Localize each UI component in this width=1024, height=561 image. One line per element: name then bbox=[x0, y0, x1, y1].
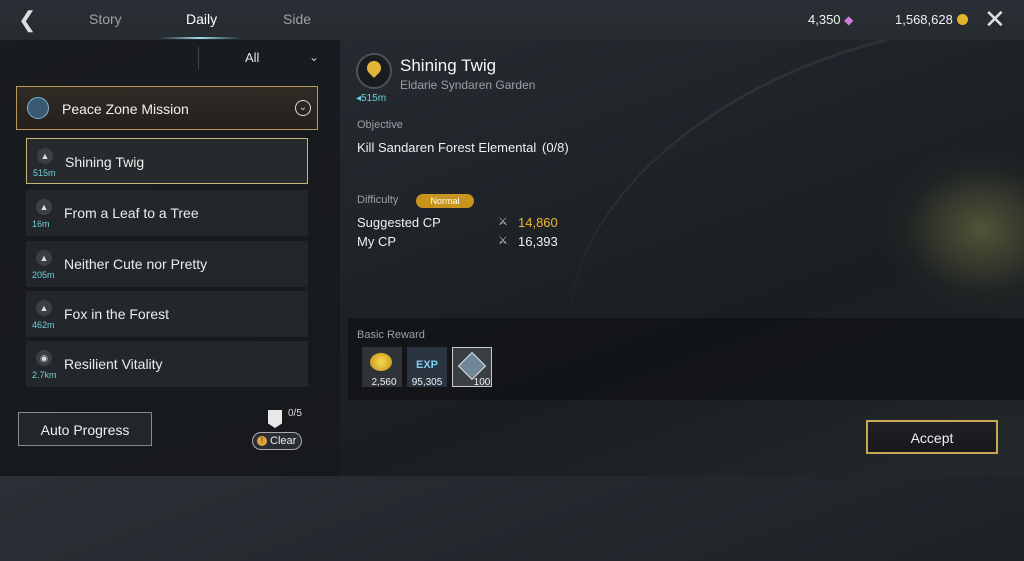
warning-icon: ! bbox=[257, 436, 267, 446]
clear-button[interactable]: ! Clear bbox=[252, 432, 302, 450]
gold-coins-icon bbox=[370, 353, 392, 371]
close-icon[interactable]: ✕ bbox=[984, 6, 1006, 32]
collapse-toggle-icon[interactable]: ⌄ bbox=[295, 100, 311, 116]
my-cp-value: 16,393 bbox=[518, 234, 558, 249]
list-item[interactable]: ▲ 16m From a Leaf to a Tree bbox=[26, 190, 308, 236]
quest-name: Neither Cute nor Pretty bbox=[64, 256, 208, 272]
difficulty-badge: Normal bbox=[416, 194, 474, 208]
filter-dropdown[interactable]: All ⌄ bbox=[198, 47, 324, 69]
suggested-cp-label: Suggested CP bbox=[357, 215, 441, 230]
direction-arrow-icon: ▲ bbox=[37, 148, 53, 164]
clear-ticket-icon bbox=[268, 410, 282, 428]
quest-distance: 16m bbox=[32, 219, 50, 229]
list-item[interactable]: ▲ 462m Fox in the Forest bbox=[26, 291, 308, 337]
accept-label: Accept bbox=[910, 430, 954, 446]
quest-distance: 205m bbox=[32, 270, 55, 280]
exp-icon: EXP bbox=[415, 359, 438, 371]
background-glow bbox=[884, 150, 1024, 310]
active-tab-indicator bbox=[160, 37, 240, 39]
auto-progress-label: Auto Progress bbox=[40, 422, 130, 438]
top-bar: ❮ Story Daily Side 4,350 ◆ 1,568,628 ✕ bbox=[0, 0, 1024, 40]
clear-label: Clear bbox=[270, 435, 297, 447]
quest-distance: 2.7km bbox=[32, 370, 57, 380]
quest-location: Eldarie Syndaren Garden bbox=[400, 78, 536, 92]
gold-coin-icon bbox=[956, 14, 968, 25]
quest-name: Fox in the Forest bbox=[64, 306, 170, 322]
tab-side[interactable]: Side bbox=[283, 11, 311, 27]
peace-zone-emblem-icon bbox=[27, 97, 49, 119]
quest-list: ▲ 515m Shining Twig ▲ 16m From a Leaf to… bbox=[26, 138, 310, 393]
objective-text: Kill Sandaren Forest Elemental bbox=[357, 140, 537, 155]
reward-quantity: 100 bbox=[473, 377, 491, 388]
tab-story[interactable]: Story bbox=[89, 11, 122, 27]
filter-value: All bbox=[245, 50, 260, 65]
quest-distance: 462m bbox=[32, 320, 55, 330]
accept-button[interactable]: Accept bbox=[866, 420, 998, 454]
portal-icon: ◉ bbox=[36, 350, 52, 366]
quest-group-label: Peace Zone Mission bbox=[62, 101, 189, 117]
quest-group-header[interactable]: Peace Zone Mission ⌄ bbox=[16, 86, 318, 130]
suggested-cp-value: 14,860 bbox=[518, 215, 558, 230]
quest-detail-distance: ◂515m bbox=[356, 93, 387, 104]
crystal-icon bbox=[457, 351, 487, 381]
gem-icon: ◆ bbox=[844, 13, 854, 27]
direction-arrow-icon: ▲ bbox=[36, 250, 52, 266]
location-pin-icon bbox=[356, 53, 392, 89]
reward-quantity: 95,305 bbox=[411, 377, 443, 388]
crossed-swords-icon: ⚔ bbox=[498, 235, 508, 247]
gold-balance: 1,568,628 bbox=[895, 12, 968, 27]
basic-reward-label: Basic Reward bbox=[357, 329, 425, 341]
gold-count: 1,568,628 bbox=[895, 12, 953, 27]
objective-progress: (0/8) bbox=[542, 140, 569, 155]
list-item[interactable]: ▲ 205m Neither Cute nor Pretty bbox=[26, 241, 308, 287]
objective-label: Objective bbox=[357, 119, 403, 131]
quest-distance: 515m bbox=[33, 168, 56, 178]
gem-count: 4,350 bbox=[808, 12, 841, 27]
auto-progress-button[interactable]: Auto Progress bbox=[18, 412, 152, 446]
direction-arrow-icon: ▲ bbox=[36, 300, 52, 316]
chevron-down-icon: ⌄ bbox=[309, 50, 320, 64]
clear-widget: 0/5 ! Clear bbox=[252, 405, 312, 453]
direction-arrow-icon: ▲ bbox=[36, 199, 52, 215]
quest-name: Shining Twig bbox=[65, 154, 145, 170]
tab-daily[interactable]: Daily bbox=[186, 11, 217, 27]
crossed-swords-icon: ⚔ bbox=[498, 216, 508, 228]
my-cp-label: My CP bbox=[357, 234, 396, 249]
difficulty-label: Difficulty bbox=[357, 194, 399, 206]
back-arrow-icon[interactable]: ❮ bbox=[18, 8, 42, 32]
gem-balance: 4,350 ◆ bbox=[808, 12, 856, 27]
clear-count: 0/5 bbox=[288, 408, 302, 419]
list-item[interactable]: ◉ 2.7km Resilient Vitality bbox=[26, 341, 308, 387]
quest-name: From a Leaf to a Tree bbox=[64, 205, 199, 221]
quest-name: Resilient Vitality bbox=[64, 356, 163, 372]
quest-title: Shining Twig bbox=[400, 56, 497, 75]
list-item[interactable]: ▲ 515m Shining Twig bbox=[26, 138, 308, 184]
